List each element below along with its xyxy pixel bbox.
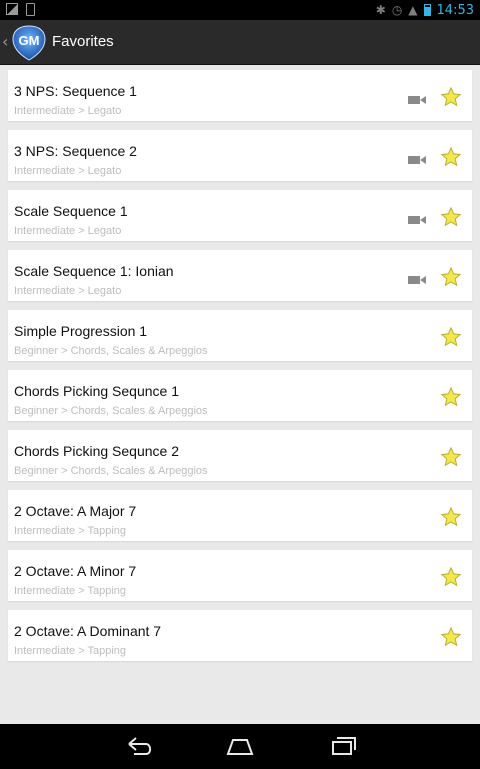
home-button[interactable] bbox=[223, 734, 257, 758]
star-icon[interactable] bbox=[440, 386, 462, 408]
list-item[interactable]: Chords Picking Sequnce 2 Beginner > Chor… bbox=[8, 430, 472, 481]
list-item[interactable]: Simple Progression 1 Beginner > Chords, … bbox=[8, 310, 472, 361]
item-title: 3 NPS: Sequence 2 bbox=[14, 143, 137, 159]
item-title: Scale Sequence 1 bbox=[14, 203, 128, 219]
clock: 14:53 bbox=[436, 2, 474, 18]
list-item[interactable]: 2 Octave: A Major 7 Intermediate > Tappi… bbox=[8, 490, 472, 541]
item-subtitle: Intermediate > Tapping bbox=[14, 525, 127, 537]
item-title: 2 Octave: A Major 7 bbox=[14, 503, 137, 519]
list-item[interactable]: 2 Octave: A Minor 7 Intermediate > Tappi… bbox=[8, 550, 472, 601]
recent-apps-button[interactable] bbox=[326, 734, 360, 758]
item-title: 2 Octave: A Dominant 7 bbox=[14, 623, 162, 639]
star-icon[interactable] bbox=[440, 326, 462, 348]
chevron-left-icon: ‹ bbox=[2, 32, 9, 51]
app-logo-icon: GM bbox=[12, 25, 46, 61]
item-subtitle: Intermediate > Tapping bbox=[14, 645, 127, 657]
system-icons: ✱ ◷ ▲ 14:53 bbox=[376, 2, 474, 18]
item-title: 3 NPS: Sequence 1 bbox=[14, 83, 137, 99]
video-camera-icon[interactable] bbox=[408, 95, 426, 105]
star-icon[interactable] bbox=[440, 626, 462, 648]
item-subtitle: Intermediate > Tapping bbox=[14, 585, 127, 597]
item-title: Chords Picking Sequnce 2 bbox=[14, 443, 179, 459]
alarm-icon: ◷ bbox=[391, 3, 403, 17]
status-bar: ✱ ◷ ▲ 14:53 bbox=[0, 0, 480, 20]
back-button[interactable] bbox=[122, 734, 156, 758]
up-navigation-button[interactable]: ‹ GM bbox=[0, 20, 48, 65]
video-camera-icon[interactable] bbox=[408, 275, 426, 285]
star-icon[interactable] bbox=[440, 266, 462, 288]
navigation-bar bbox=[0, 724, 480, 769]
battery-icon bbox=[423, 4, 431, 16]
item-title: Simple Progression 1 bbox=[14, 323, 148, 339]
item-subtitle: Beginner > Chords, Scales & Arpeggios bbox=[14, 345, 208, 357]
list-item[interactable]: Scale Sequence 1: Ionian Intermediate > … bbox=[8, 250, 472, 301]
favorites-list[interactable]: 3 NPS: Sequence 1 Intermediate > Legato … bbox=[0, 65, 480, 724]
item-subtitle: Intermediate > Legato bbox=[14, 285, 122, 297]
list-item[interactable]: 3 NPS: Sequence 1 Intermediate > Legato bbox=[8, 70, 472, 121]
image-notification-icon bbox=[6, 3, 18, 15]
star-icon[interactable] bbox=[440, 446, 462, 468]
list-item[interactable]: Chords Picking Sequnce 1 Beginner > Chor… bbox=[8, 370, 472, 421]
action-bar: ‹ GM Favorites bbox=[0, 20, 480, 65]
star-icon[interactable] bbox=[440, 506, 462, 528]
star-icon[interactable] bbox=[440, 146, 462, 168]
device-notification-icon bbox=[26, 3, 35, 16]
wifi-icon: ▲ bbox=[408, 3, 418, 17]
item-subtitle: Beginner > Chords, Scales & Arpeggios bbox=[14, 465, 208, 477]
item-subtitle: Beginner > Chords, Scales & Arpeggios bbox=[14, 405, 208, 417]
video-camera-icon[interactable] bbox=[408, 215, 426, 225]
page-title: Favorites bbox=[52, 33, 114, 50]
bluetooth-icon: ✱ bbox=[375, 3, 386, 17]
list-item[interactable]: 3 NPS: Sequence 2 Intermediate > Legato bbox=[8, 130, 472, 181]
list-item[interactable]: 2 Octave: A Dominant 7 Intermediate > Ta… bbox=[8, 610, 472, 661]
item-title: Chords Picking Sequnce 1 bbox=[14, 383, 179, 399]
svg-text:GM: GM bbox=[19, 33, 40, 48]
list-item[interactable]: Scale Sequence 1 Intermediate > Legato bbox=[8, 190, 472, 241]
star-icon[interactable] bbox=[440, 206, 462, 228]
star-icon[interactable] bbox=[440, 566, 462, 588]
item-subtitle: Intermediate > Legato bbox=[14, 105, 122, 117]
item-title: 2 Octave: A Minor 7 bbox=[14, 563, 137, 579]
notification-icons bbox=[6, 3, 35, 16]
item-subtitle: Intermediate > Legato bbox=[14, 165, 122, 177]
video-camera-icon[interactable] bbox=[408, 155, 426, 165]
item-title: Scale Sequence 1: Ionian bbox=[14, 263, 174, 279]
item-subtitle: Intermediate > Legato bbox=[14, 225, 122, 237]
star-icon[interactable] bbox=[440, 86, 462, 108]
